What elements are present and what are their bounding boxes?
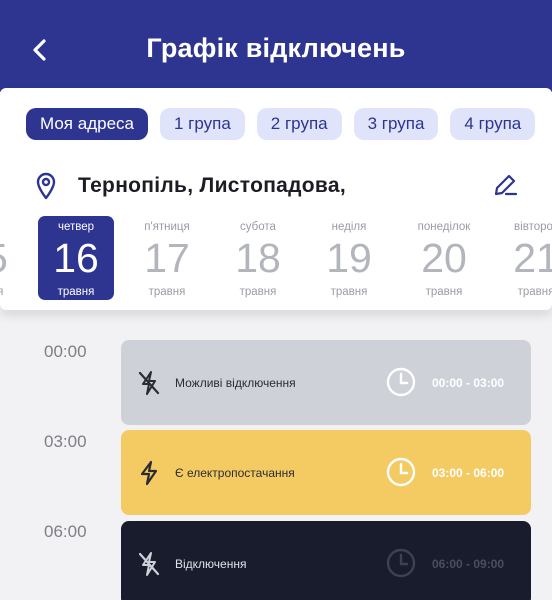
day-weekday: понеділок <box>417 221 471 233</box>
address-text: Тернопіль, Листопадова, <box>78 174 346 197</box>
day-16-selected[interactable]: четвер 16 травня <box>38 216 114 300</box>
day-number: 15 <box>0 234 23 282</box>
day-19[interactable]: неділя 19 травня <box>311 216 387 300</box>
clock-icon <box>386 367 416 397</box>
day-month: травня <box>330 286 368 298</box>
day-month: травня <box>57 286 95 298</box>
day-number: 16 <box>53 235 99 281</box>
app-header: Графік відключень <box>0 0 552 92</box>
day-month: травня <box>148 286 186 298</box>
day-weekday: вівторок <box>514 221 552 233</box>
slot-time: 03:00 - 06:00 <box>432 466 505 480</box>
day-weekday: п'ятниця <box>144 221 190 233</box>
day-month: травня <box>0 286 4 298</box>
page-title: Графік відключень <box>146 33 406 63</box>
day-15[interactable]: 15 травня <box>0 216 23 300</box>
group-tab-4[interactable]: 4 група <box>450 108 536 140</box>
group-tab-1[interactable]: 1 група <box>159 108 245 140</box>
edit-pencil-icon[interactable] <box>492 172 518 198</box>
time-label: 03:00 <box>44 432 87 451</box>
day-17[interactable]: п'ятниця 17 травня <box>129 216 205 300</box>
day-weekday: четвер <box>57 221 95 233</box>
day-weekday: субота <box>240 221 276 233</box>
day-number: 21 <box>513 235 552 281</box>
day-number: 19 <box>326 235 372 281</box>
day-month: травня <box>425 286 463 298</box>
schedule-card: Моя адреса 1 група 2 група 3 група 4 гру… <box>0 88 552 310</box>
day-18[interactable]: субота 18 травня <box>220 216 296 300</box>
address-row: Тернопіль, Листопадова, <box>0 168 552 204</box>
clock-icon <box>386 457 416 487</box>
power-off-icon <box>138 552 160 576</box>
group-tabs: Моя адреса 1 група 2 група 3 група 4 гру… <box>26 108 536 140</box>
time-label: 00:00 <box>44 342 87 361</box>
day-weekday: неділя <box>331 221 367 233</box>
day-month: травня <box>517 286 552 298</box>
schedule-slot-outage[interactable]: Відключення 06:00 - 09:00 <box>121 521 531 600</box>
lightning-icon <box>140 460 158 486</box>
day-number: 17 <box>144 235 190 281</box>
group-tab-my-address[interactable]: Моя адреса <box>26 108 148 140</box>
group-tab-3[interactable]: 3 група <box>353 108 439 140</box>
schedule-slot-possible-outage[interactable]: Можливі відключення 00:00 - 03:00 <box>121 340 531 425</box>
day-number: 20 <box>421 235 467 281</box>
time-label: 06:00 <box>44 522 87 541</box>
day-picker: 15 травня четвер 16 травня п'ятниця 17 т… <box>0 216 552 302</box>
day-month: травня <box>239 286 277 298</box>
slot-status: Відключення <box>175 557 247 571</box>
slot-status: Є електропостачання <box>175 466 295 480</box>
group-tab-2[interactable]: 2 група <box>256 108 342 140</box>
clock-icon <box>386 548 416 578</box>
schedule-slot-power-on[interactable]: Є електропостачання 03:00 - 06:00 <box>121 430 531 515</box>
slot-time: 06:00 - 09:00 <box>432 557 505 571</box>
day-20[interactable]: понеділок 20 травня <box>406 216 482 300</box>
day-number: 18 <box>235 235 281 281</box>
power-off-icon <box>138 371 160 395</box>
day-21[interactable]: вівторок 21 травня <box>498 216 552 300</box>
location-pin-icon <box>36 172 56 200</box>
slot-status: Можливі відключення <box>175 376 296 390</box>
slot-time: 00:00 - 03:00 <box>432 376 505 390</box>
